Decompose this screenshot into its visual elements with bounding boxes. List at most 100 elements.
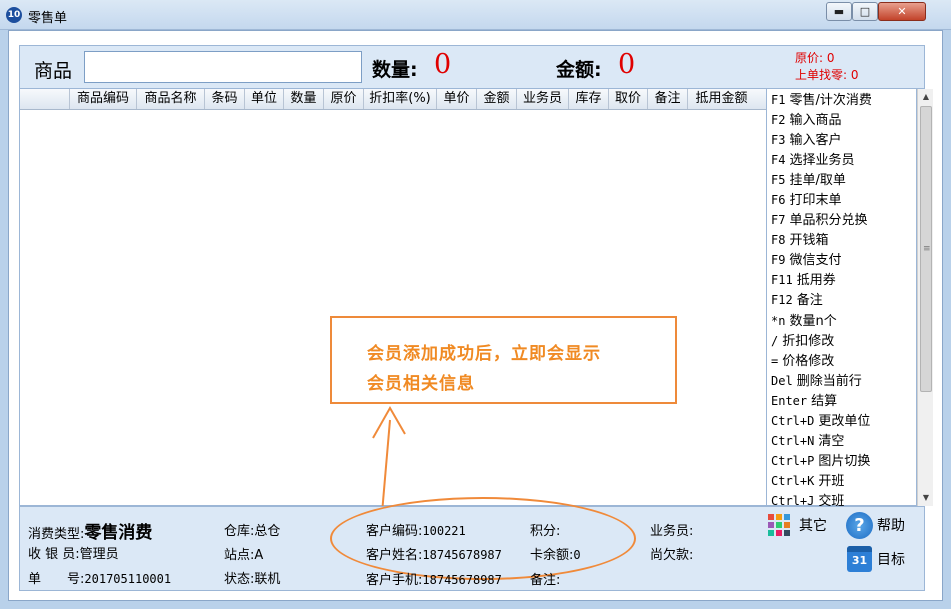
cashier-label: 收 银 员: xyxy=(28,547,80,562)
shortcut-item[interactable]: F11 抵用券 xyxy=(771,270,872,290)
shortcut-item[interactable]: F7 单品积分兑换 xyxy=(771,210,872,230)
shortcut-label: 输入商品 xyxy=(789,113,842,129)
shortcut-key: Ctrl+K xyxy=(771,473,815,488)
goal-button-label: 目标 xyxy=(877,552,905,568)
shortcut-item[interactable]: F9 微信支付 xyxy=(771,250,872,270)
shortcut-key: F6 xyxy=(771,193,786,208)
grid-header-cell[interactable]: 条码 xyxy=(205,89,245,109)
grid-header-cell[interactable]: 商品编码 xyxy=(70,89,137,109)
shortcut-item[interactable]: F12 备注 xyxy=(771,290,872,310)
shortcut-item[interactable]: Enter 结算 xyxy=(771,391,872,411)
shortcut-item[interactable]: *n 数量n个 xyxy=(771,311,872,331)
close-button[interactable]: ✕ xyxy=(878,2,926,21)
grid-header-cell[interactable]: 原价 xyxy=(324,89,364,109)
order-no: 单 号:201705110001 xyxy=(28,568,171,587)
amount-value: 0 xyxy=(618,49,636,80)
salesman-label: 业务员: xyxy=(650,524,694,539)
shortcut-item[interactable]: Ctrl+K 开班 xyxy=(771,471,872,491)
salesman: 业务员: xyxy=(650,520,693,539)
shortcut-label: 单品积分兑换 xyxy=(789,213,868,229)
card-balance: 卡余额:0 xyxy=(530,544,581,563)
points: 积分: xyxy=(530,520,560,539)
quantity-label: 数量: xyxy=(372,59,418,81)
shortcut-item[interactable]: Ctrl+P 图片切换 xyxy=(771,451,872,471)
scroll-up-arrow-icon[interactable]: ▲ xyxy=(918,89,934,105)
warehouse: 仓库:总仓 xyxy=(224,520,280,539)
shortcut-item[interactable]: F1 零售/计次消费 xyxy=(771,90,872,110)
grid-header-cell[interactable]: 取价 xyxy=(609,89,648,109)
minimize-button[interactable]: ▬ xyxy=(826,2,852,21)
grid-header-cell[interactable]: 数量 xyxy=(284,89,324,109)
shortcut-label: 清空 xyxy=(818,433,845,449)
shortcut-key: F4 xyxy=(771,153,786,168)
shortcut-item[interactable]: Del 删除当前行 xyxy=(771,371,872,391)
original-price: 原价: 0 xyxy=(795,51,835,65)
grid-header-cell[interactable]: 商品名称 xyxy=(137,89,205,109)
grid-header-cell[interactable]: 库存 xyxy=(569,89,609,109)
scroll-down-arrow-icon[interactable]: ▼ xyxy=(918,490,934,506)
shortcut-label: 备注 xyxy=(796,293,823,309)
amount-label: 金额: xyxy=(556,59,602,81)
shortcut-key: / xyxy=(771,333,779,348)
shortcut-item[interactable]: F2 输入商品 xyxy=(771,110,872,130)
scroll-thumb[interactable]: ≡ xyxy=(920,106,932,392)
customer-name: 客户姓名:18745678987 xyxy=(366,544,502,563)
shortcut-item[interactable]: F4 选择业务员 xyxy=(771,150,872,170)
consume-type: 消费类型:零售消费 xyxy=(28,518,152,543)
grid-header-cell[interactable]: 抵用金额 xyxy=(688,89,755,109)
shortcut-item[interactable]: Ctrl+D 更改单位 xyxy=(771,411,872,431)
consume-type-label: 消费类型: xyxy=(28,527,85,542)
shortcut-key: = xyxy=(771,353,779,368)
callout-line-1: 会员添加成功后，立即会显示 xyxy=(367,344,601,364)
goods-input[interactable] xyxy=(84,51,362,83)
shortcut-key: F2 xyxy=(771,113,786,128)
shortcut-key: Enter xyxy=(771,393,808,408)
shortcut-item[interactable]: Ctrl+N 清空 xyxy=(771,431,872,451)
grid-header-cell[interactable]: 业务员 xyxy=(517,89,569,109)
shortcut-label: 数量n个 xyxy=(789,313,837,329)
shortcut-label: 开钱箱 xyxy=(789,233,829,249)
other-button-label: 其它 xyxy=(799,518,827,534)
card-balance-value: 0 xyxy=(573,548,581,562)
shortcut-label: 折扣修改 xyxy=(782,333,835,349)
grid-header-cell[interactable]: 单价 xyxy=(437,89,477,109)
shortcut-label: 挂单/取单 xyxy=(789,173,846,189)
grid-header-cell[interactable] xyxy=(20,89,70,109)
remark: 备注: xyxy=(530,569,560,588)
grid-header-cell[interactable]: 备注 xyxy=(648,89,688,109)
warehouse-label: 仓库: xyxy=(224,524,255,539)
shortcut-key: F3 xyxy=(771,133,786,148)
shortcut-item[interactable]: F3 输入客户 xyxy=(771,130,872,150)
grid-header: 商品编码 商品名称 条码 单位 数量 原价 折扣率(%) 单价 金额 业务员 库… xyxy=(20,89,766,110)
tiles-icon xyxy=(768,514,790,536)
last-change: 上单找零: 0 xyxy=(795,68,859,82)
quantity-value: 0 xyxy=(434,49,452,80)
shortcut-item[interactable]: F6 打印末单 xyxy=(771,190,872,210)
shortcut-key: Ctrl+D xyxy=(771,413,815,428)
grid-header-cell[interactable]: 金额 xyxy=(477,89,517,109)
warehouse-value: 总仓 xyxy=(254,524,281,539)
shortcut-scrollbar[interactable]: ▲ ≡ ▼ xyxy=(917,89,933,506)
customer-phone: 客户手机:18745678987 xyxy=(366,569,502,588)
grid-header-cell[interactable]: 单位 xyxy=(245,89,284,109)
shortcut-item[interactable]: F8 开钱箱 xyxy=(771,230,872,250)
shortcut-label: 结算 xyxy=(811,393,838,409)
maximize-button[interactable]: □ xyxy=(852,2,878,21)
card-balance-label: 卡余额: xyxy=(530,548,574,563)
shortcut-key: F8 xyxy=(771,233,786,248)
site-value: A xyxy=(254,548,264,563)
site: 站点:A xyxy=(224,544,263,563)
shortcut-key: F12 xyxy=(771,293,793,308)
shortcut-key: F1 xyxy=(771,93,786,107)
owed-label: 尚欠款: xyxy=(650,548,694,563)
shortcut-item[interactable]: / 折扣修改 xyxy=(771,331,872,351)
customer-phone-label: 客户手机: xyxy=(366,573,423,588)
shortcut-key: Ctrl+P xyxy=(771,453,815,468)
shortcut-item[interactable]: F5 挂单/取单 xyxy=(771,170,872,190)
client-area: 商品 数量: 0 金额: 0 原价: 0 上单找零: 0 商品编码 商品名称 条… xyxy=(8,30,943,601)
shortcut-key: F5 xyxy=(771,173,786,188)
grid-header-cell[interactable]: 折扣率(%) xyxy=(364,89,437,109)
shortcut-label: 微信支付 xyxy=(789,253,842,269)
app-logo-icon: 10 xyxy=(6,7,22,23)
shortcut-item[interactable]: = 价格修改 xyxy=(771,351,872,371)
